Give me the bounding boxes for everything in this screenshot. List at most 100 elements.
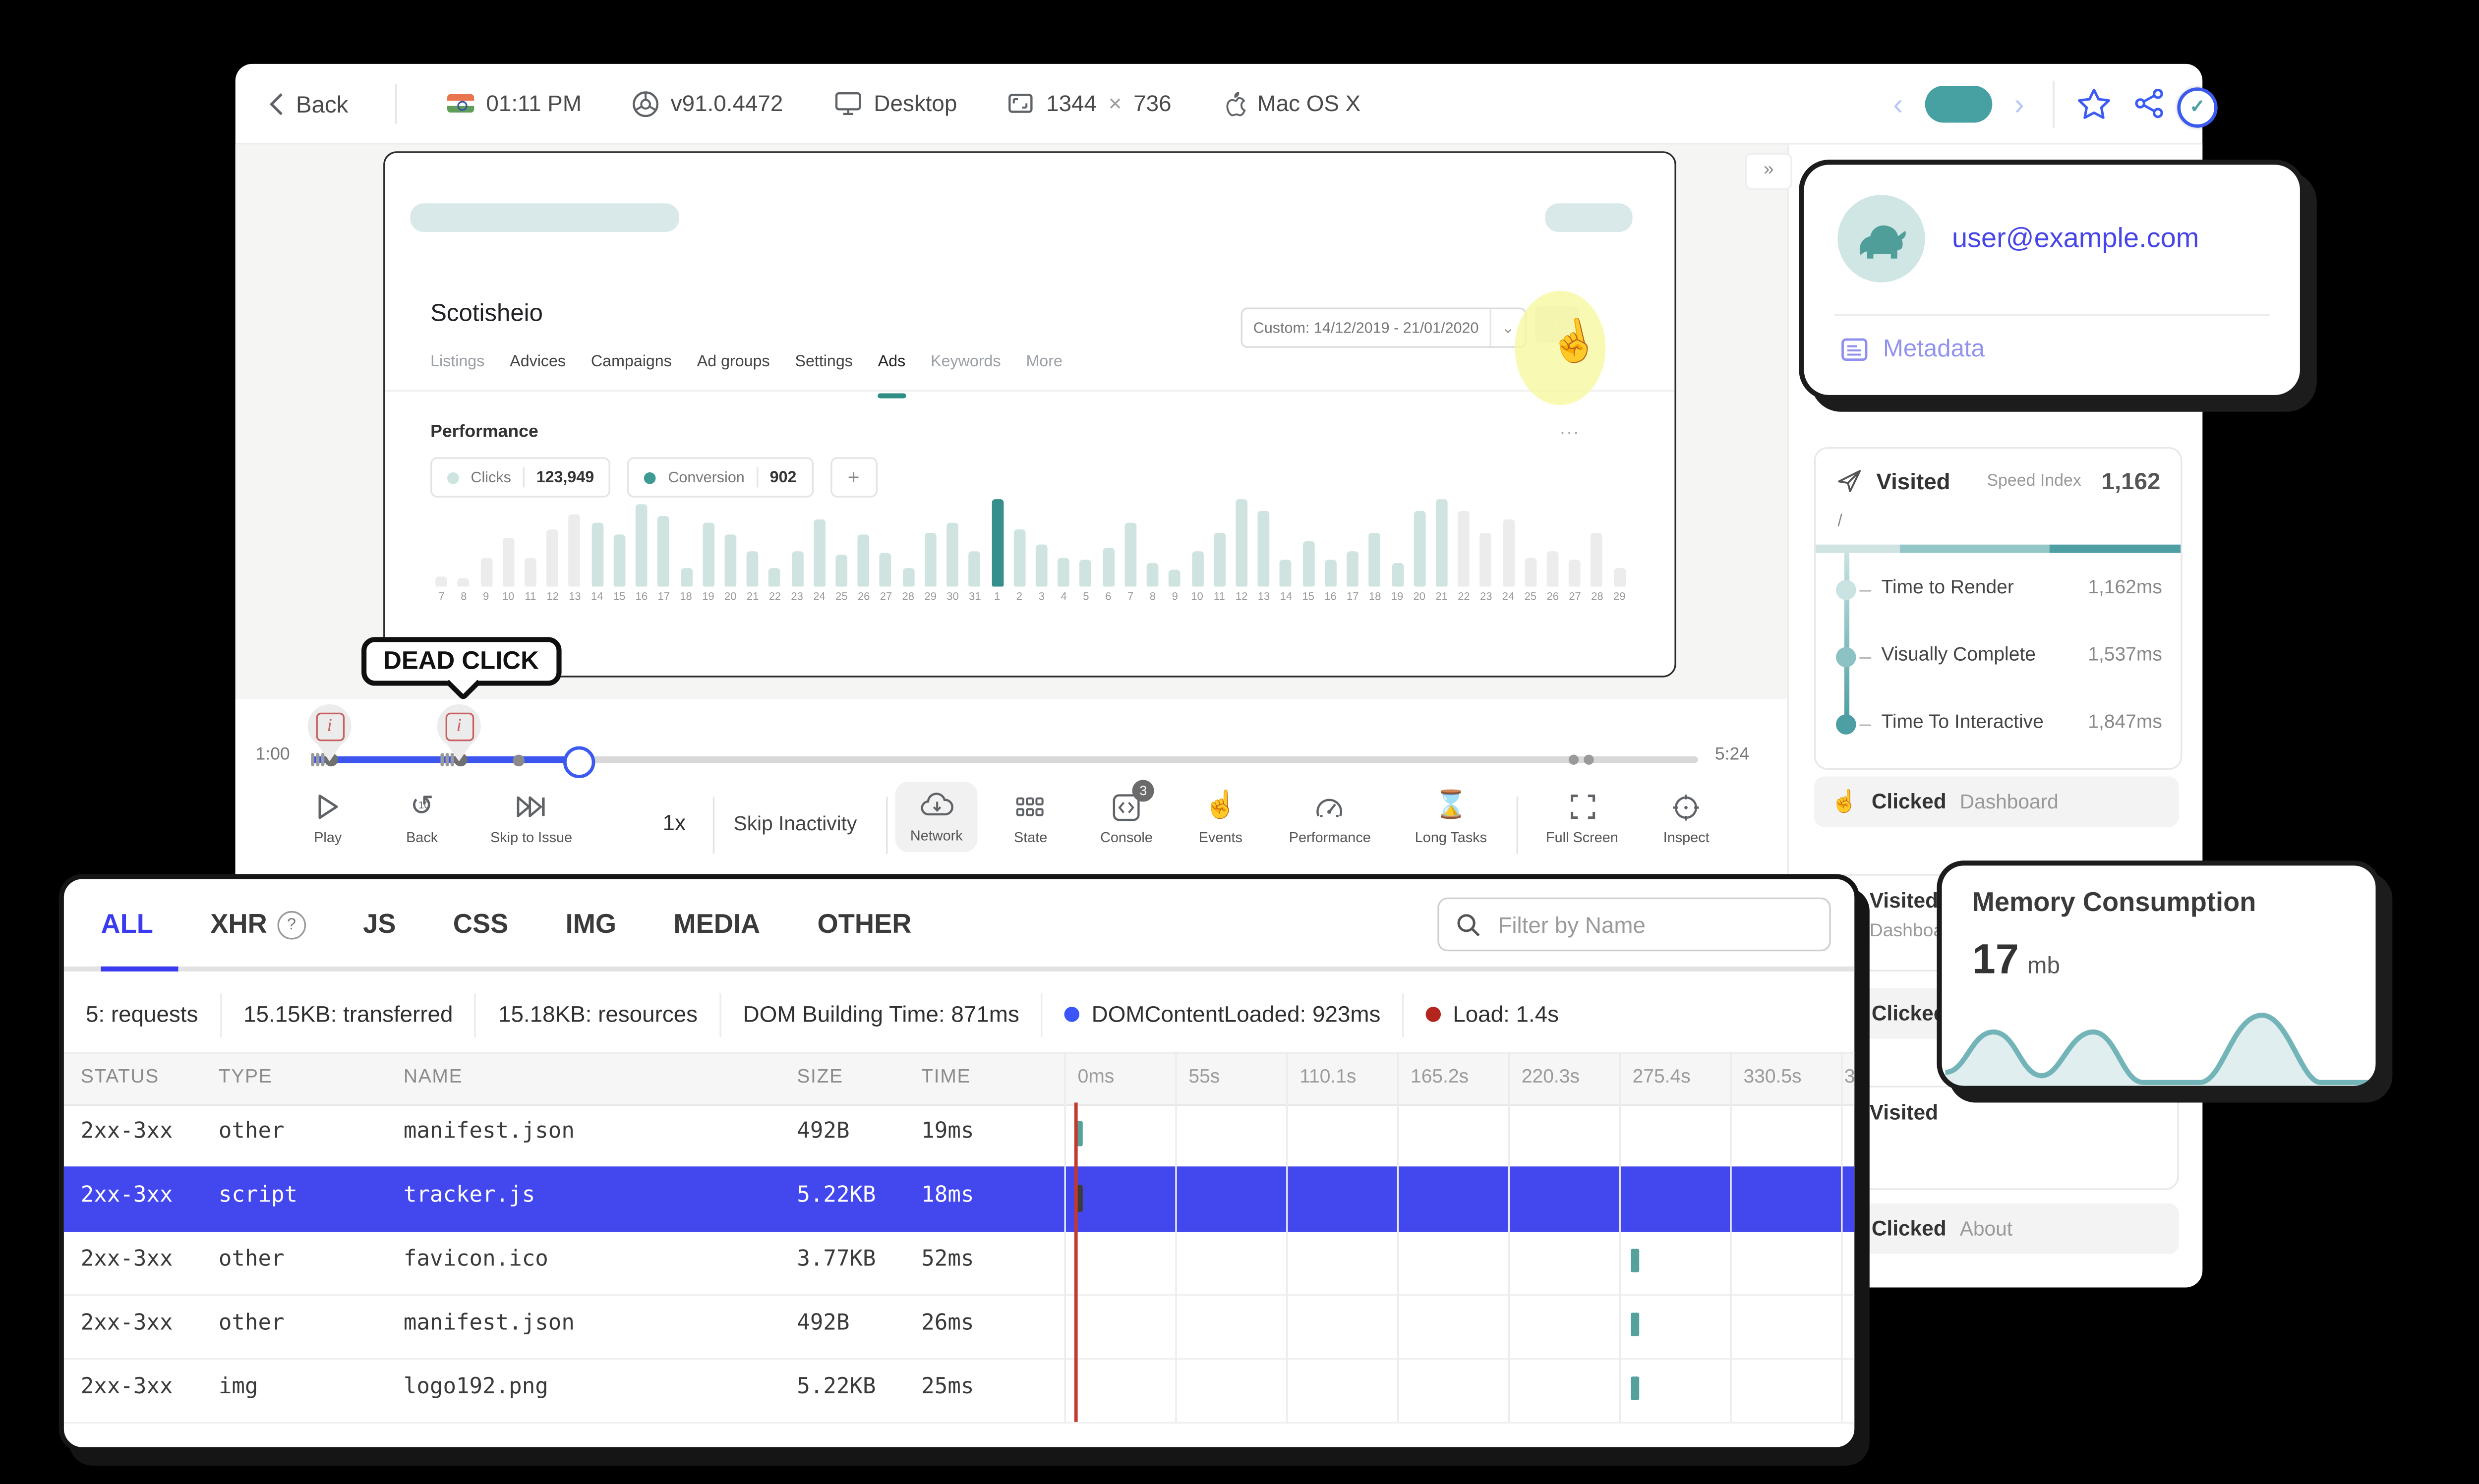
- clicks-chip[interactable]: Clicks 123,949: [430, 457, 611, 498]
- skip-to-issue-label: Skip to Issue: [490, 828, 573, 846]
- issue-marker[interactable]: i: [307, 704, 352, 762]
- site-tab-advices[interactable]: Advices: [510, 353, 566, 382]
- chart-bar: [680, 568, 692, 587]
- console-panel-button[interactable]: 3 Console: [1100, 780, 1154, 846]
- chart-bar-col: 20: [719, 498, 742, 605]
- date-range-select[interactable]: Custom: 14/12/2019 - 21/01/2020 ⌄: [1240, 307, 1527, 348]
- state-label: State: [1014, 828, 1048, 846]
- skip-to-issue-icon: [517, 796, 545, 817]
- performance-panel-button[interactable]: Performance: [1289, 792, 1371, 846]
- site-tab-keywords[interactable]: Keywords: [931, 353, 1001, 382]
- table-row[interactable]: 2xx-3xx other favicon.ico 3.77KB 52ms: [63, 1230, 1855, 1296]
- event-label: Clicked: [1871, 1217, 1947, 1241]
- wf-col-330s: 330.5s: [1743, 1067, 1802, 1087]
- chart-bar: [1413, 511, 1425, 587]
- skip-inactivity-button[interactable]: Skip Inactivity: [734, 812, 857, 835]
- full-screen-button[interactable]: Full Screen: [1546, 792, 1618, 846]
- chart-bar-label: 12: [546, 591, 559, 604]
- col-size[interactable]: SIZE: [797, 1067, 843, 1087]
- metadata-button[interactable]: Metadata: [1841, 336, 1985, 363]
- chart-bar-label: 5: [1083, 591, 1089, 604]
- visited-event-card[interactable]: Visited Speed Index 1,162 / Time to Rend…: [1814, 447, 2183, 770]
- issue-marker[interactable]: i: [437, 704, 481, 762]
- issue-info-icon: i: [444, 712, 473, 741]
- inspect-button[interactable]: Inspect: [1663, 792, 1710, 846]
- chart-bar: [636, 504, 648, 587]
- play-button[interactable]: Play: [314, 792, 342, 846]
- network-tab-all[interactable]: ALL: [101, 910, 153, 940]
- network-tab-xhr[interactable]: XHR ?: [210, 910, 306, 940]
- network-tab-other[interactable]: OTHER: [818, 910, 912, 940]
- col-type[interactable]: TYPE: [219, 1067, 273, 1087]
- event-row-clicked-dashboard[interactable]: ☝ Clicked Dashboard: [1814, 776, 2179, 827]
- filter-input[interactable]: [1494, 910, 1813, 939]
- speed-index-label: Speed Index: [1987, 471, 2081, 490]
- col-status[interactable]: STATUS: [81, 1067, 159, 1087]
- tabs-underline: [63, 966, 1855, 971]
- state-panel-button[interactable]: State: [1014, 792, 1047, 846]
- long-tasks-panel-button[interactable]: ⌛ Long Tasks: [1415, 792, 1487, 846]
- chart-bar-col: 31: [964, 498, 986, 605]
- dead-click-badge: DEAD CLICK: [361, 637, 561, 686]
- stat-domcontentloaded: DOMContentLoaded: 923ms: [1043, 992, 1404, 1036]
- back-10s-button[interactable]: ↺ 10 Back: [406, 790, 438, 846]
- collapse-sidebar-button[interactable]: »: [1745, 153, 1792, 190]
- timeline-track[interactable]: [311, 746, 1698, 779]
- conversion-chip[interactable]: Conversion 902: [628, 457, 814, 498]
- site-tab-campaigns[interactable]: Campaigns: [591, 353, 672, 382]
- table-row-selected[interactable]: 2xx-3xx script tracker.js 5.22KB 18ms: [63, 1166, 1855, 1232]
- col-time[interactable]: TIME: [921, 1067, 971, 1087]
- favorite-star-icon[interactable]: [2076, 87, 2112, 120]
- clicks-dot-icon: [447, 471, 459, 483]
- chart-bar: [1236, 499, 1248, 587]
- network-tab-js[interactable]: JS: [363, 910, 396, 940]
- chart-bar-col: 21: [742, 498, 764, 605]
- site-tab-more[interactable]: More: [1026, 353, 1062, 382]
- site-tab-listings[interactable]: Listings: [430, 353, 484, 382]
- chart-bar-label: 20: [724, 591, 737, 604]
- table-row[interactable]: 2xx-3xx img logo192.png 5.22KB 25ms: [63, 1358, 1855, 1424]
- visited-event-label: Visited: [1876, 468, 1950, 494]
- memory-sparkline-chart: [1945, 1013, 2376, 1086]
- network-tab-img[interactable]: IMG: [566, 910, 616, 940]
- network-panel-button[interactable]: Network: [895, 781, 978, 853]
- table-row[interactable]: 2xx-3xx other manifest.json 492B 26ms: [63, 1294, 1855, 1360]
- events-panel-button[interactable]: ☝ Events: [1199, 792, 1242, 846]
- playback-speed-button[interactable]: 1x: [663, 810, 686, 835]
- chart-bar: [1546, 551, 1559, 587]
- network-cloud-icon: [920, 793, 953, 816]
- performance-bars: 7 8 9 10 11 12 13 14 15 16 17 18 19 20 21 22 23 24 25 26 27 2…: [430, 498, 1631, 605]
- event-row-clicked-about[interactable]: ☝ Clicked About: [1814, 1203, 2179, 1254]
- event-card-visited[interactable]: Visited: [1814, 1085, 2179, 1190]
- speed-index-value: 1,162: [2101, 467, 2161, 494]
- share-icon[interactable]: [2133, 87, 2165, 119]
- site-tab-ads[interactable]: Ads: [878, 353, 906, 399]
- next-session-icon[interactable]: ›: [2014, 88, 2024, 118]
- autoplay-toggle[interactable]: ✓: [1925, 85, 2218, 127]
- chart-bar-col: 15: [608, 498, 631, 605]
- add-metric-button[interactable]: +: [830, 457, 878, 498]
- user-email[interactable]: user@example.com: [1952, 223, 2199, 254]
- chart-bar-label: 10: [1191, 591, 1203, 604]
- back-button[interactable]: Back: [236, 90, 348, 117]
- tab-label: XHR: [210, 910, 267, 939]
- network-stats: 5: requests 15.15KB: transferred 15.18KB…: [64, 976, 1581, 1052]
- network-tab-media[interactable]: MEDIA: [673, 910, 760, 940]
- viewport-resolution: 1344 × 736: [1007, 91, 1172, 116]
- col-name[interactable]: NAME: [404, 1067, 463, 1087]
- wf-col-55s: 55s: [1188, 1067, 1220, 1087]
- inspect-crosshair-icon: [1673, 794, 1700, 820]
- marker-tail: [317, 744, 342, 762]
- prev-session-icon[interactable]: ‹: [1893, 88, 1903, 118]
- table-row[interactable]: 2xx-3xx other manifest.json 492B 19ms: [63, 1102, 1855, 1168]
- timeline-progress: [311, 756, 577, 763]
- site-tab-ad-groups[interactable]: Ad groups: [697, 353, 770, 382]
- site-tab-settings[interactable]: Settings: [795, 353, 852, 382]
- playhead-knob[interactable]: [563, 746, 595, 779]
- event-label: Visited: [1869, 889, 1939, 913]
- skip-to-issue-button[interactable]: Skip to Issue: [490, 792, 572, 846]
- network-tab-css[interactable]: CSS: [453, 910, 509, 940]
- help-icon[interactable]: ?: [277, 911, 306, 940]
- section-menu-icon[interactable]: ...: [1560, 418, 1580, 439]
- network-panel: ALL XHR ? JS CSS IMG MEDIA OTHER 5: requ…: [59, 874, 1860, 1452]
